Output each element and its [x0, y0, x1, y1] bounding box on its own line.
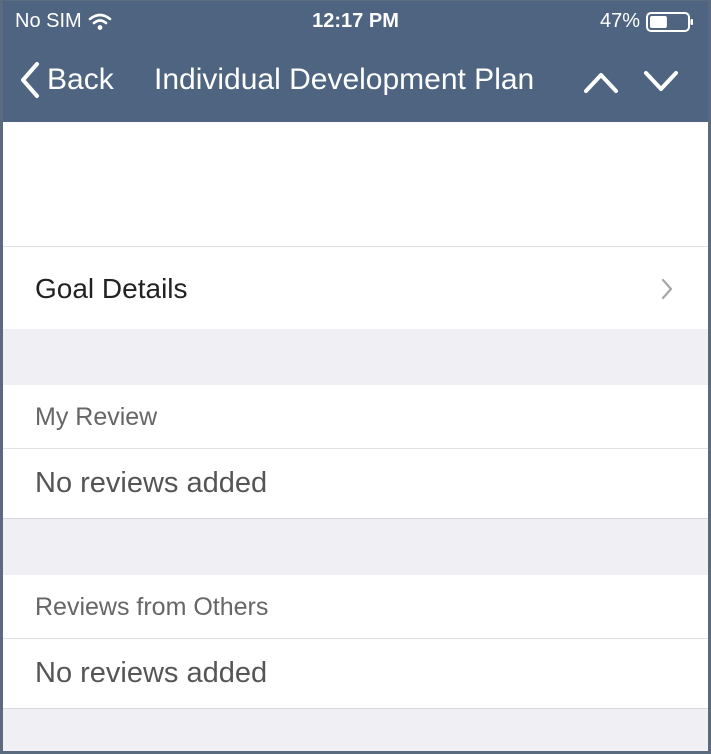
my-review-header-label: My Review: [35, 403, 158, 431]
reviews-from-others-empty-text: No reviews added: [35, 657, 268, 689]
section-spacer: [3, 519, 708, 575]
goal-details-row[interactable]: Goal Details: [3, 247, 708, 329]
app-screen: No SIM 12:17 PM 47% Back Individual Deve…: [0, 0, 711, 754]
reviews-from-others-header: Reviews from Others: [3, 575, 708, 639]
app-header: No SIM 12:17 PM 47% Back Individual Deve…: [3, 1, 708, 122]
chevron-right-icon: [661, 278, 673, 300]
detail-content: Goal Details My Review No reviews added …: [3, 122, 708, 751]
my-review-header: My Review: [3, 385, 708, 449]
chevron-down-icon[interactable]: [642, 65, 680, 97]
chevron-up-icon[interactable]: [582, 65, 620, 97]
record-navigation: [582, 65, 680, 97]
my-review-empty-row: No reviews added: [3, 449, 708, 519]
battery-icon: [646, 11, 693, 32]
back-button[interactable]: Back: [19, 61, 114, 99]
page-title: Individual Development Plan: [154, 63, 535, 96]
section-spacer: [3, 329, 708, 385]
section-spacer: [3, 709, 708, 751]
reviews-from-others-empty-row: No reviews added: [3, 639, 708, 709]
chevron-left-icon: [21, 62, 39, 98]
goal-details-label: Goal Details: [35, 273, 188, 304]
back-button-label: Back: [47, 63, 114, 96]
goal-summary-area: [3, 122, 708, 247]
battery-percent: 47%: [599, 10, 640, 32]
my-review-empty-text: No reviews added: [35, 467, 268, 499]
status-bar: No SIM 12:17 PM 47%: [3, 1, 708, 41]
navigation-bar: Back Individual Development Plan: [3, 45, 708, 117]
battery-indicator: 47%: [600, 10, 694, 33]
reviews-from-others-header-label: Reviews from Others: [35, 593, 269, 621]
